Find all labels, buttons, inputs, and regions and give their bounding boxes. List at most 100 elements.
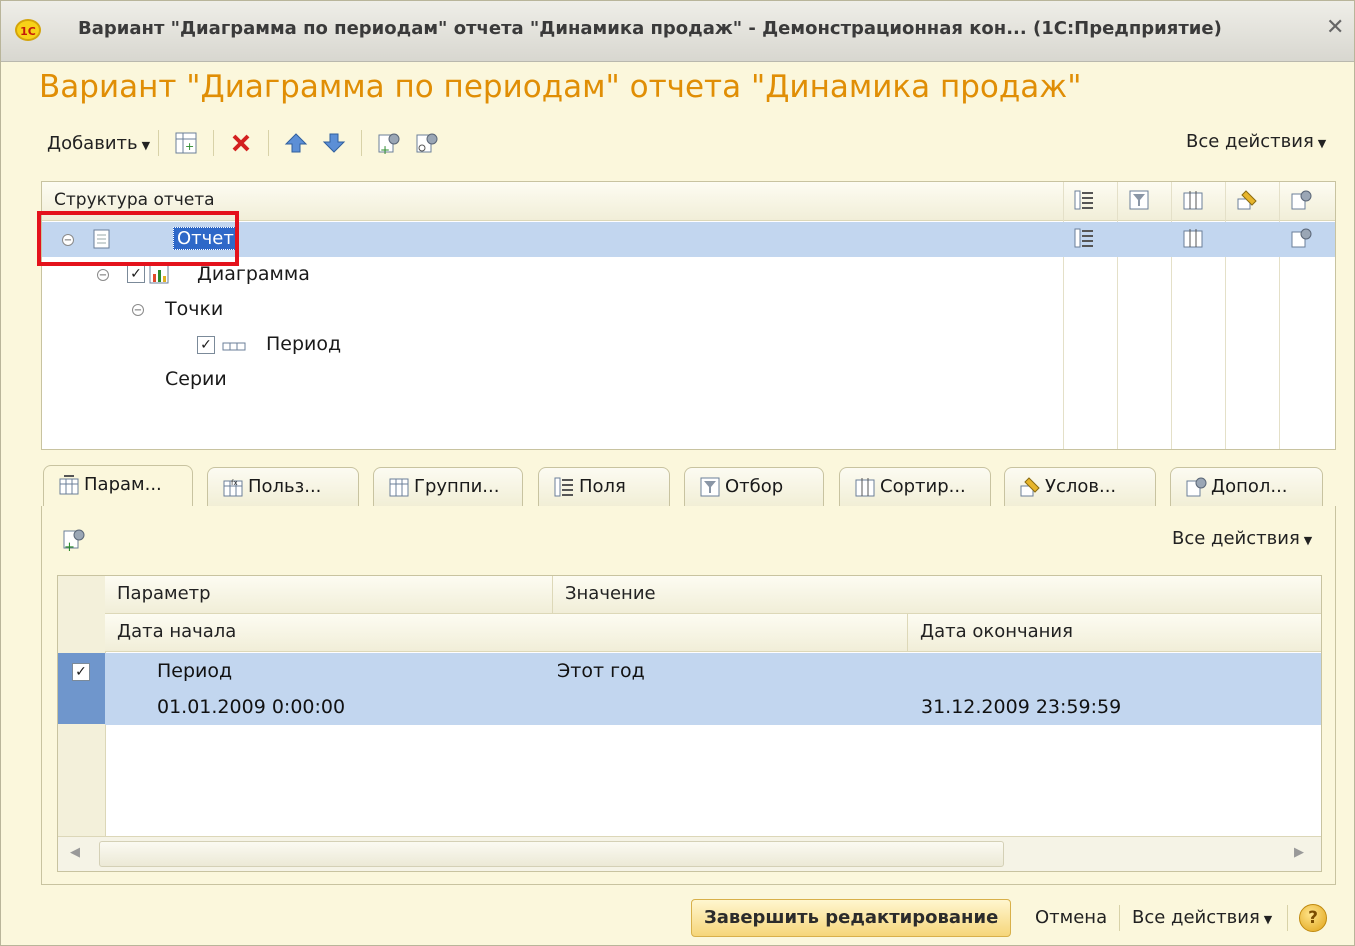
chevron-down-icon: ▼: [141, 138, 151, 152]
toolbar-separator: [361, 130, 363, 156]
scroll-right-icon[interactable]: ▶: [1294, 845, 1304, 860]
filter-icon[interactable]: [1128, 189, 1150, 211]
panel-all-actions-menu[interactable]: Все действия ▼: [1172, 528, 1312, 549]
add-button[interactable]: Добавить ▼: [47, 133, 150, 154]
all-actions-menu[interactable]: Все действия ▼: [1186, 131, 1326, 152]
sort-icon[interactable]: [1182, 227, 1204, 249]
add-button-label: Добавить: [47, 132, 138, 154]
tab-fields[interactable]: Поля: [538, 467, 670, 507]
chevron-down-icon: ▼: [1317, 137, 1327, 150]
param-value-cell[interactable]: Этот год: [557, 660, 645, 682]
tree-row-label: Серии: [165, 368, 227, 390]
tab-parameters[interactable]: Парам...: [43, 465, 193, 507]
tree-row-label: Точки: [165, 298, 224, 320]
collapse-icon[interactable]: −: [97, 269, 109, 281]
horizontal-scrollbar[interactable]: ◀ ▶: [58, 836, 1321, 871]
table-row[interactable]: 01.01.2009 0:00:00 31.12.2009 23:59:59: [105, 689, 1321, 725]
tree-row-points[interactable]: − Точки: [42, 292, 1335, 327]
column-header-end-date[interactable]: Дата окончания: [908, 614, 1321, 652]
fields-icon[interactable]: [1073, 189, 1095, 211]
toolbar-separator: [268, 130, 270, 156]
column-header-start-date[interactable]: Дата начала: [105, 614, 908, 652]
footer-separator: [1287, 905, 1288, 931]
move-down-icon[interactable]: [321, 130, 347, 156]
footer-separator: [1119, 905, 1120, 931]
cancel-button[interactable]: Отмена: [1035, 907, 1107, 928]
all-actions-label: Все действия: [1186, 131, 1314, 152]
end-date-cell[interactable]: 31.12.2009 23:59:59: [921, 696, 1121, 718]
groupings-icon: [388, 476, 410, 498]
tree-row-series[interactable]: Серии: [42, 362, 1335, 397]
grouping-fields-icon: [222, 338, 246, 358]
delete-icon[interactable]: [228, 130, 254, 156]
conditional-format-icon[interactable]: [1236, 189, 1258, 211]
move-up-icon[interactable]: [283, 130, 309, 156]
tree-row-label: Диаграмма: [197, 263, 310, 285]
page-title: Вариант "Диаграмма по периодам" отчета "…: [39, 69, 1082, 105]
svg-text:+: +: [380, 143, 390, 156]
sort-icon: [854, 476, 876, 498]
fields-icon[interactable]: [1073, 227, 1095, 249]
tab-label: Парам...: [84, 474, 162, 495]
add-grouping-icon[interactable]: +: [173, 130, 199, 156]
structure-header-label: Структура отчета: [54, 190, 215, 210]
tab-user-fields[interactable]: fx Польз...: [207, 467, 359, 507]
param-use-checkbox[interactable]: ✓: [72, 663, 90, 681]
extra-settings-icon: [1185, 476, 1207, 498]
column-header-value[interactable]: Значение: [553, 576, 1321, 614]
structure-toolbar: Добавить ▼ + +: [47, 125, 446, 161]
table-row[interactable]: Период Этот год: [105, 653, 1321, 690]
period-checkbox[interactable]: ✓: [197, 336, 215, 354]
settings-view-icon[interactable]: [414, 130, 440, 156]
extra-settings-icon[interactable]: [1290, 227, 1312, 249]
tree-row-label: Период: [266, 333, 342, 355]
fields-icon: [553, 476, 575, 498]
sort-icon[interactable]: [1182, 189, 1204, 211]
finish-editing-button[interactable]: Завершить редактирование: [691, 899, 1012, 937]
param-name-cell: Период: [157, 660, 233, 682]
all-actions-label: Все действия: [1172, 528, 1300, 549]
toolbar-separator: [158, 130, 160, 156]
chart-icon: [149, 264, 169, 289]
tab-label: Сортир...: [880, 476, 966, 497]
tab-label: Допол...: [1211, 476, 1288, 497]
all-actions-label: Все действия: [1132, 907, 1260, 928]
svg-text:+: +: [64, 540, 75, 552]
settings-icon[interactable]: +: [376, 130, 402, 157]
tab-filter[interactable]: Отбор: [684, 467, 824, 507]
conditional-format-icon: [1019, 476, 1041, 498]
tab-groupings[interactable]: Группи...: [373, 467, 523, 507]
toolbar-separator: [213, 130, 215, 156]
tree-row-period[interactable]: ✓ Период: [42, 327, 1335, 362]
tab-label: Отбор: [725, 476, 784, 497]
settings-tabs: Парам... fx Польз... Группи... Поля Отбо…: [41, 465, 1336, 507]
tab-conditional-format[interactable]: Услов...: [1004, 467, 1156, 507]
title-bar: 1С Вариант "Диаграмма по периодам" отчет…: [1, 1, 1354, 62]
chevron-down-icon: ▼: [1263, 913, 1273, 926]
tab-sorting[interactable]: Сортир...: [839, 467, 991, 507]
highlight-box: [37, 211, 239, 266]
chart-checkbox[interactable]: ✓: [127, 265, 145, 283]
scroll-left-icon[interactable]: ◀: [70, 845, 80, 860]
help-icon[interactable]: ?: [1299, 904, 1327, 932]
column-header-parameter[interactable]: Параметр: [105, 576, 553, 614]
start-date-cell[interactable]: 01.01.2009 0:00:00: [157, 696, 345, 718]
svg-text:+: +: [185, 140, 194, 153]
extra-settings-icon[interactable]: [1290, 189, 1312, 211]
app-logo: 1С: [15, 19, 41, 41]
collapse-icon[interactable]: −: [132, 304, 144, 316]
svg-text:fx: fx: [231, 479, 238, 487]
filter-icon: [699, 476, 721, 498]
parameters-table[interactable]: ✓ Параметр Значение Дата начала Дата око…: [57, 575, 1322, 872]
report-variant-window: 1С Вариант "Диаграмма по периодам" отчет…: [0, 0, 1355, 946]
add-parameter-icon[interactable]: +: [61, 526, 87, 555]
tab-label: Поля: [579, 476, 626, 497]
window-title: Вариант "Диаграмма по периодам" отчета "…: [78, 18, 1222, 39]
footer-all-actions-menu[interactable]: Все действия ▼: [1132, 907, 1272, 928]
parameters-icon: [58, 474, 80, 496]
user-fields-icon: fx: [222, 476, 244, 498]
scrollbar-thumb[interactable]: [99, 841, 1004, 867]
close-icon[interactable]: ✕: [1326, 15, 1344, 40]
tab-label: Польз...: [248, 476, 322, 497]
tab-additional[interactable]: Допол...: [1170, 467, 1323, 507]
